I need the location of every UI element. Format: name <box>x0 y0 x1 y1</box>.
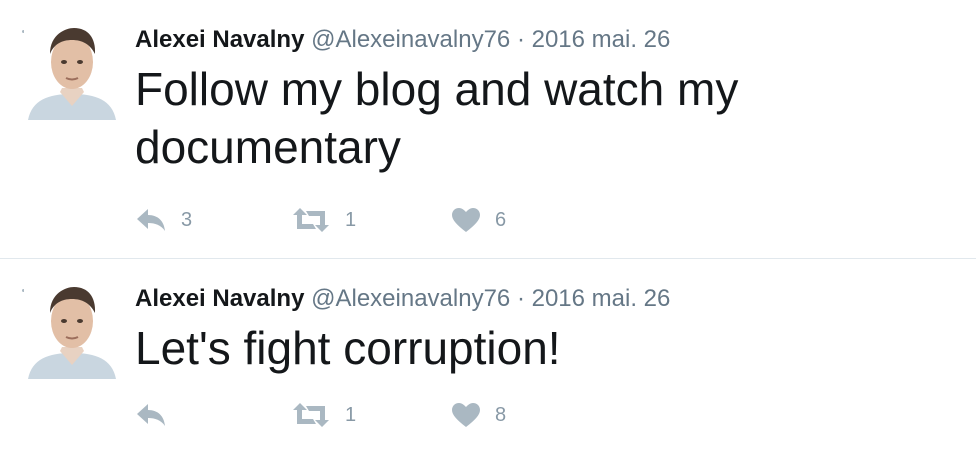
retweet-icon <box>291 402 331 428</box>
like-button[interactable]: 8 <box>451 399 506 431</box>
avatar[interactable] <box>24 279 120 379</box>
retweet-icon <box>291 207 331 233</box>
reply-count: 3 <box>181 208 193 231</box>
retweet-count: 1 <box>345 208 357 231</box>
author-handle[interactable]: @Alexeinavalny76 <box>311 26 510 53</box>
tweet-header: Alexei Navalny @Alexeinavalny76 · 2016 m… <box>135 26 670 54</box>
tweet-date[interactable]: 2016 mai. 26 <box>532 26 671 53</box>
reply-button[interactable]: 3 <box>135 204 192 236</box>
author-name[interactable]: Alexei Navalny <box>135 26 304 53</box>
reply-icon <box>135 207 167 233</box>
tweet-timeline: Alexei Navalny @Alexeinavalny76 · 2016 m… <box>0 0 976 450</box>
header-separator: · <box>516 26 525 53</box>
author-handle[interactable]: @Alexeinavalny76 <box>311 285 510 312</box>
retweet-button[interactable]: 1 <box>291 399 356 431</box>
tweet-header: Alexei Navalny @Alexeinavalny76 · 2016 m… <box>135 285 670 313</box>
tweet-date[interactable]: 2016 mai. 26 <box>532 285 671 312</box>
author-name[interactable]: Alexei Navalny <box>135 285 304 312</box>
tweet-text: Follow my blog and watch my documentary <box>135 63 739 173</box>
reply-icon <box>135 402 167 428</box>
like-button[interactable]: 6 <box>451 204 506 236</box>
retweet-button[interactable]: 1 <box>291 204 356 236</box>
header-separator: · <box>516 285 525 312</box>
heart-icon <box>451 207 481 233</box>
reply-button[interactable] <box>135 399 181 431</box>
like-count: 6 <box>495 208 507 231</box>
like-count: 8 <box>495 403 507 426</box>
tweet-card[interactable]: Alexei Navalny @Alexeinavalny76 · 2016 m… <box>0 0 976 258</box>
tweet-text: Let's fight corruption! <box>135 322 561 374</box>
retweet-count: 1 <box>345 403 357 426</box>
heart-icon <box>451 402 481 428</box>
tweet-card[interactable]: Alexei Navalny @Alexeinavalny76 · 2016 m… <box>0 259 976 450</box>
avatar[interactable] <box>24 20 120 120</box>
